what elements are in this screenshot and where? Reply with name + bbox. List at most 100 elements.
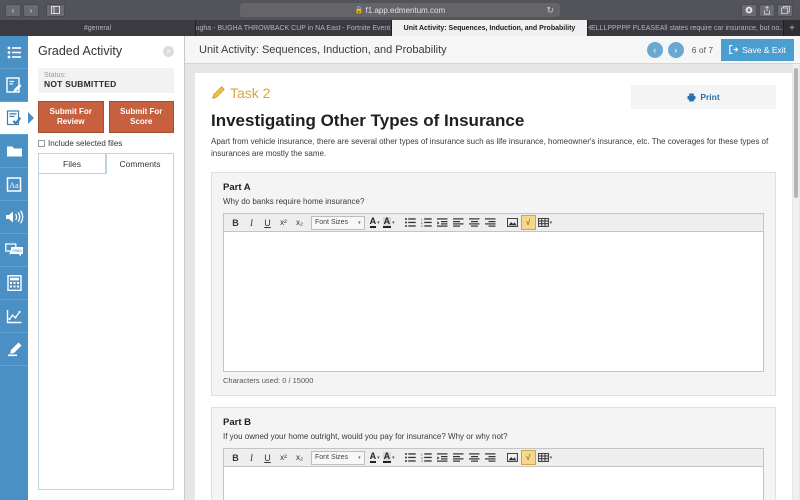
scrollbar-thumb[interactable] <box>794 68 798 198</box>
include-files-row[interactable]: Include selected files <box>38 139 174 148</box>
table-button[interactable]: ▾ <box>537 218 554 227</box>
part-a-char-count: Characters used: 0 / 15000 <box>223 376 764 385</box>
status-box: Status: NOT SUBMITTED <box>38 68 174 93</box>
tab-files[interactable]: Files <box>38 153 106 174</box>
back-button[interactable]: ‹ <box>5 4 21 17</box>
sidebar-item-translate[interactable]: Hola <box>0 234 28 267</box>
part-b-answer-input[interactable] <box>223 467 764 500</box>
align-center-icon[interactable] <box>467 450 482 465</box>
bold-button[interactable]: B <box>228 215 243 230</box>
print-button[interactable]: Print <box>631 85 776 109</box>
highlight-color-button[interactable]: A ▾ <box>382 217 396 228</box>
text-color-button[interactable]: A ▾ <box>369 217 381 228</box>
svg-text:Aa: Aa <box>9 181 19 190</box>
chevron-down-icon: ▾ <box>550 220 553 226</box>
tabs-overview-icon[interactable] <box>777 4 793 17</box>
browser-tab-3[interactable]: HELLLPPPPP PLEASEAll states require car … <box>588 20 784 36</box>
font-sizes-select[interactable]: Font Sizes ▾ <box>311 216 365 230</box>
bold-button[interactable]: B <box>228 450 243 465</box>
forward-button[interactable]: › <box>23 4 39 17</box>
align-left-icon[interactable] <box>451 215 466 230</box>
sidebar-toggle-icon[interactable] <box>46 4 65 17</box>
bullet-list-icon[interactable] <box>403 215 418 230</box>
align-right-icon[interactable] <box>483 215 498 230</box>
exit-icon <box>729 45 738 54</box>
text-color-swatch: A <box>370 452 377 463</box>
content-scroll-region[interactable]: Task 2 Print Investigating Other Types o… <box>185 64 800 500</box>
italic-button[interactable]: I <box>244 215 259 230</box>
superscript-button[interactable]: x² <box>276 450 291 465</box>
indent-icon[interactable] <box>435 215 450 230</box>
numbered-list-icon[interactable]: 123 <box>419 450 434 465</box>
submit-for-review-button[interactable]: Submit For Review <box>38 101 104 133</box>
equation-icon[interactable]: √ <box>521 215 536 230</box>
sidebar-item-notes[interactable] <box>0 69 28 102</box>
sidebar-item-files[interactable] <box>0 135 28 168</box>
next-page-button[interactable]: › <box>668 42 684 58</box>
align-center-icon[interactable] <box>467 215 482 230</box>
align-left-icon[interactable] <box>451 450 466 465</box>
print-label: Print <box>700 92 719 102</box>
rail-filler <box>0 366 28 500</box>
speaker-icon <box>5 210 24 224</box>
reload-icon[interactable]: ↻ <box>546 5 554 16</box>
sidebar-item-calculator[interactable] <box>0 267 28 300</box>
underline-button[interactable]: U <box>260 450 275 465</box>
part-a-answer-input[interactable] <box>223 232 764 372</box>
indent-icon[interactable] <box>435 450 450 465</box>
submit-button-row: Submit For Review Submit For Score <box>38 101 174 133</box>
sidebar-item-glossary[interactable]: Aa <box>0 168 28 201</box>
svg-text:3: 3 <box>421 224 423 227</box>
tab-comments[interactable]: Comments <box>106 153 174 174</box>
subscript-button[interactable]: x₂ <box>292 450 307 465</box>
browser-nav-group: ‹ › <box>5 4 41 17</box>
underline-button[interactable]: U <box>260 215 275 230</box>
italic-button[interactable]: I <box>244 450 259 465</box>
superscript-button[interactable]: x² <box>276 215 291 230</box>
image-icon[interactable] <box>505 450 520 465</box>
sidebar-item-list[interactable] <box>0 36 28 69</box>
task-row: Task 2 Print <box>211 85 776 109</box>
graded-activity-panel: Graded Activity × Status: NOT SUBMITTED … <box>28 36 185 500</box>
highlight-color-button[interactable]: A ▾ <box>382 452 396 463</box>
sidebar-item-audio[interactable] <box>0 201 28 234</box>
vertical-scrollbar[interactable] <box>793 64 799 500</box>
downloads-icon[interactable] <box>741 4 757 17</box>
numbered-list-icon[interactable]: 123 <box>419 215 434 230</box>
graded-panel-header: Graded Activity × <box>38 44 174 58</box>
image-icon[interactable] <box>505 215 520 230</box>
svg-text:3: 3 <box>421 459 423 462</box>
browser-tab-0[interactable]: #general <box>0 20 196 36</box>
table-button[interactable]: ▾ <box>537 453 554 462</box>
sidebar-toggle-wrap <box>46 4 67 17</box>
browser-tab-1[interactable]: Bugha - BUGHA THROWBACK CUP in NA East -… <box>196 20 392 36</box>
prev-page-button[interactable]: ‹ <box>647 42 663 58</box>
save-and-exit-button[interactable]: Save & Exit <box>721 39 794 61</box>
url-bar[interactable]: 🔒 f1.app.edmentum.com ↻ <box>240 3 560 17</box>
sidebar-item-highlighter[interactable] <box>0 333 28 366</box>
task-line: Task 2 <box>211 85 270 101</box>
sidebar-item-graph[interactable] <box>0 300 28 333</box>
page-title: Unit Activity: Sequences, Induction, and… <box>199 44 647 56</box>
include-files-checkbox[interactable] <box>38 140 45 147</box>
text-color-button[interactable]: A ▾ <box>369 452 381 463</box>
part-a-editor-toolbar: B I U x² x₂ Font Sizes ▾ A ▾ <box>223 213 764 232</box>
note-edit-icon <box>6 77 23 93</box>
sidebar-item-assignments[interactable] <box>0 102 28 135</box>
browser-tab-strip: #general Bugha - BUGHA THROWBACK CUP in … <box>0 20 800 36</box>
status-label: Status: <box>44 72 168 79</box>
new-tab-button[interactable]: + <box>784 20 800 36</box>
submit-for-score-button[interactable]: Submit For Score <box>109 101 175 133</box>
calculator-icon <box>7 275 22 291</box>
page-counter: 6 of 7 <box>692 45 713 55</box>
font-sizes-select[interactable]: Font Sizes ▾ <box>311 451 365 465</box>
share-icon[interactable] <box>759 4 775 17</box>
save-exit-label: Save & Exit <box>742 45 786 55</box>
subscript-button[interactable]: x₂ <box>292 215 307 230</box>
align-right-icon[interactable] <box>483 450 498 465</box>
part-b-editor-toolbar: B I U x² x₂ Font Sizes ▾ A ▾ <box>223 448 764 467</box>
equation-icon[interactable]: √ <box>521 450 536 465</box>
close-icon[interactable]: × <box>163 46 174 57</box>
browser-tab-2[interactable]: Unit Activity: Sequences, Induction, and… <box>392 20 588 36</box>
bullet-list-icon[interactable] <box>403 450 418 465</box>
